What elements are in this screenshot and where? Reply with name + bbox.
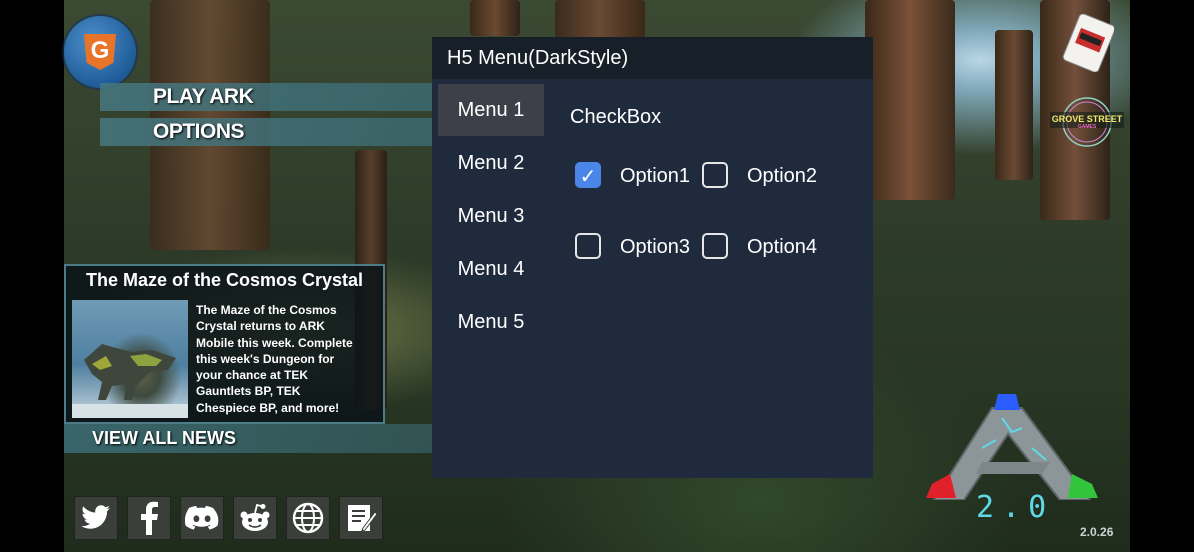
- checkbox-section-heading: CheckBox: [570, 106, 662, 128]
- playing-card-logo-icon: [1062, 13, 1116, 73]
- news-body: The Maze of the Cosmos Crystal returns t…: [196, 302, 376, 416]
- notes-icon: [348, 505, 377, 532]
- twitter-button[interactable]: [74, 496, 118, 540]
- view-all-news-button[interactable]: VIEW ALL NEWS: [64, 424, 432, 453]
- facebook-button[interactable]: [127, 496, 171, 540]
- news-body-line: Gauntlets BP, TEK: [196, 384, 301, 399]
- news-body-line: this week's Dungeon for: [196, 351, 335, 366]
- grove-games-text: GAMES: [1077, 124, 1097, 130]
- discord-icon: [185, 505, 219, 530]
- facebook-icon: [141, 501, 158, 535]
- news-card[interactable]: The Maze of the Cosmos Crystal The Maze …: [64, 264, 385, 424]
- patch-notes-button[interactable]: [339, 496, 383, 540]
- ark-version-logo-text: 2.0: [976, 490, 1055, 525]
- dinosaur-illustration-icon: [72, 344, 188, 418]
- website-button[interactable]: [286, 496, 330, 540]
- reddit-icon: [240, 503, 270, 531]
- card-logo: [1062, 13, 1116, 73]
- tree-trunk: [555, 0, 645, 40]
- game-badge-logo: G: [64, 16, 136, 88]
- option4-label: Option4: [747, 236, 818, 258]
- tab-menu-4[interactable]: Menu 4: [438, 243, 544, 295]
- ark-a-logo-icon: [926, 394, 1098, 501]
- tab-menu-2[interactable]: Menu 2: [438, 137, 544, 189]
- option3-checkbox[interactable]: [575, 233, 601, 259]
- play-ark-button[interactable]: PLAY ARK: [100, 83, 432, 111]
- mod-menu-title[interactable]: H5 Menu(DarkStyle): [432, 37, 873, 79]
- option1-label: Option1: [620, 165, 691, 187]
- discord-button[interactable]: [180, 496, 224, 540]
- option1-checkbox[interactable]: ✓: [575, 162, 601, 188]
- tab-menu-1[interactable]: Menu 1: [438, 84, 544, 136]
- mod-menu-window: H5 Menu(DarkStyle) Menu 1 Menu 2 Menu 3 …: [432, 37, 873, 478]
- options-button[interactable]: OPTIONS: [100, 118, 432, 146]
- tab-menu-3[interactable]: Menu 3: [438, 190, 544, 242]
- globe-icon: [292, 502, 324, 534]
- tab-menu-5[interactable]: Menu 5: [438, 296, 544, 348]
- reddit-button[interactable]: [233, 496, 277, 540]
- news-body-line: Crystal returns to ARK: [196, 319, 325, 334]
- news-image: [72, 300, 188, 418]
- news-body-line: your chance at TEK: [196, 368, 309, 383]
- twitter-icon: [81, 505, 110, 529]
- app-version: 2.0.26: [1080, 525, 1114, 539]
- tree-trunk: [470, 0, 520, 36]
- news-title: The Maze of the Cosmos Crystal: [85, 270, 364, 290]
- grove-street-games-logo: GROVE STREET GAMES: [1050, 96, 1124, 148]
- tree-trunk: [865, 0, 955, 200]
- g-shield-icon: G: [84, 34, 116, 70]
- news-body-line: Mobile this week. Complete: [196, 335, 353, 350]
- news-body-line: The Maze of the Cosmos: [196, 303, 337, 317]
- option3-label: Option3: [620, 236, 691, 258]
- option2-checkbox[interactable]: [702, 162, 728, 188]
- option2-label: Option2: [747, 165, 818, 187]
- option4-checkbox[interactable]: [702, 233, 728, 259]
- grove-street-text: GROVE STREET: [1051, 114, 1123, 124]
- news-body-line: Chespiece BP, and more!: [196, 400, 340, 415]
- tree-trunk: [995, 30, 1033, 180]
